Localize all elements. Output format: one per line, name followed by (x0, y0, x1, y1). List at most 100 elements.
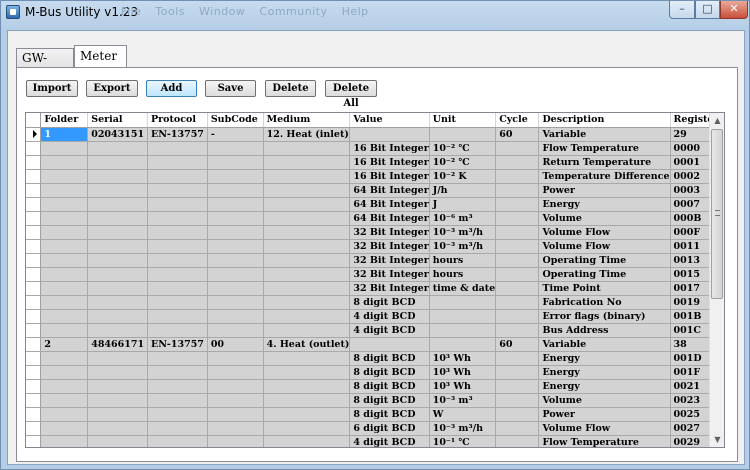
table-cell[interactable] (207, 295, 264, 310)
table-cell[interactable]: EN-13757 (147, 127, 208, 142)
table-cell[interactable] (495, 211, 540, 226)
table-cell[interactable] (495, 155, 540, 170)
table-cell[interactable]: Operating Time (538, 267, 671, 282)
table-cell[interactable]: Volume (538, 393, 671, 408)
table-row[interactable]: 8 digit BCD 10⁻³ m³ Volume 0023 (26, 393, 724, 408)
table-cell[interactable]: 1 (40, 127, 89, 142)
table-cell[interactable] (495, 239, 540, 254)
table-row[interactable]: 16 Bit Integer 10⁻² K Temperature Differen… (26, 169, 724, 184)
column-header-serial[interactable]: Serial (87, 113, 148, 128)
table-cell[interactable]: Energy (538, 365, 671, 380)
table-cell[interactable] (147, 379, 208, 394)
table-cell[interactable] (207, 183, 264, 198)
table-cell[interactable] (263, 281, 351, 296)
table-cell[interactable] (40, 295, 89, 310)
table-cell[interactable] (207, 323, 264, 338)
table-cell[interactable] (207, 267, 264, 282)
table-cell[interactable] (263, 295, 351, 310)
table-cell[interactable] (147, 197, 208, 212)
table-cell[interactable] (207, 141, 264, 156)
table-cell[interactable]: J (429, 197, 497, 212)
delete-button[interactable]: Delete (265, 80, 316, 97)
table-cell[interactable]: 8 digit BCD (349, 365, 430, 380)
table-cell[interactable] (263, 309, 351, 324)
table-cell[interactable] (40, 281, 89, 296)
row-header[interactable] (26, 421, 42, 436)
table-cell[interactable]: 48466171 (87, 337, 148, 352)
table-cell[interactable]: J/h (429, 183, 497, 198)
table-cell[interactable] (147, 323, 208, 338)
row-header[interactable] (26, 295, 42, 310)
table-cell[interactable] (147, 267, 208, 282)
column-header-description[interactable]: Description (538, 113, 671, 128)
table-cell[interactable]: Temperature Difference (538, 169, 671, 184)
table-cell[interactable]: Volume Flow (538, 225, 671, 240)
table-cell[interactable]: Variable (538, 127, 671, 142)
table-cell[interactable] (40, 225, 89, 240)
table-row[interactable]: 64 Bit Integer 10⁻⁶ m³ Volume 000B (26, 211, 724, 226)
table-cell[interactable] (40, 407, 89, 422)
table-cell[interactable] (40, 435, 89, 447)
table-cell[interactable]: 8 digit BCD (349, 407, 430, 422)
table-row[interactable]: 4 digit BCD 10⁻¹ ℃ Flow Temperature 0029 (26, 435, 724, 447)
table-cell[interactable] (429, 127, 497, 142)
table-cell[interactable]: 12. Heat (inlet) (263, 127, 351, 142)
table-cell[interactable] (40, 253, 89, 268)
table-cell[interactable] (87, 253, 148, 268)
table-cell[interactable]: 4 digit BCD (349, 435, 430, 447)
table-cell[interactable] (147, 239, 208, 254)
delete-all-button[interactable]: Delete All (325, 80, 377, 109)
table-cell[interactable] (207, 225, 264, 240)
table-cell[interactable] (495, 141, 540, 156)
table-cell[interactable] (429, 309, 497, 324)
table-cell[interactable] (87, 141, 148, 156)
table-cell[interactable]: 10³ Wh (429, 351, 497, 366)
table-cell[interactable]: Variable (538, 337, 671, 352)
row-header[interactable] (26, 337, 42, 352)
table-cell[interactable]: 16 Bit Integer (349, 141, 430, 156)
table-cell[interactable] (495, 281, 540, 296)
table-cell[interactable] (207, 351, 264, 366)
table-cell[interactable]: time & date (429, 281, 497, 296)
table-cell[interactable] (40, 183, 89, 198)
table-cell[interactable]: 2 (40, 337, 89, 352)
table-cell[interactable]: Power (538, 407, 671, 422)
table-cell[interactable] (349, 337, 430, 352)
table-cell[interactable]: 10⁻³ m³/h (429, 225, 497, 240)
table-cell[interactable] (87, 211, 148, 226)
row-header[interactable] (26, 323, 42, 338)
app-icon[interactable] (6, 5, 20, 19)
table-cell[interactable]: 10³ Wh (429, 365, 497, 380)
table-cell[interactable]: 32 Bit Integer (349, 253, 430, 268)
table-cell[interactable] (87, 393, 148, 408)
table-cell[interactable]: 10⁻³ m³/h (429, 421, 497, 436)
table-cell[interactable]: 4. Heat (outlet) (263, 337, 351, 352)
table-cell[interactable] (40, 309, 89, 324)
table-cell[interactable]: W (429, 407, 497, 422)
table-row[interactable]: 32 Bit Integer 10⁻³ m³/h Volume Flow 000F (26, 225, 724, 240)
table-row[interactable]: 4 digit BCD Bus Address 001C (26, 323, 724, 338)
row-header[interactable] (26, 127, 42, 142)
table-cell[interactable]: 60 (495, 127, 540, 142)
table-cell[interactable]: 32 Bit Integer (349, 267, 430, 282)
table-cell[interactable] (263, 183, 351, 198)
table-row[interactable]: 32 Bit Integer time & date Time Point 0017 (26, 281, 724, 296)
table-cell[interactable] (495, 435, 540, 447)
table-cell[interactable] (40, 211, 89, 226)
maximize-button[interactable]: □ (695, 1, 720, 19)
table-cell[interactable]: Flow Temperature (538, 435, 671, 447)
table-cell[interactable] (40, 393, 89, 408)
table-row[interactable]: 32 Bit Integer 10⁻³ m³/h Volume Flow 0011 (26, 239, 724, 254)
table-cell[interactable] (207, 253, 264, 268)
table-row[interactable]: 64 Bit Integer J/h Power 0003 (26, 183, 724, 198)
table-row[interactable]: 8 digit BCD Fabrication No 0019 (26, 295, 724, 310)
table-cell[interactable]: Return Temperature (538, 155, 671, 170)
table-cell[interactable]: - (207, 127, 264, 142)
table-cell[interactable]: 64 Bit Integer (349, 211, 430, 226)
column-header-protocol[interactable]: Protocol (147, 113, 208, 128)
column-header-unit[interactable]: Unit (429, 113, 497, 128)
table-cell[interactable] (495, 197, 540, 212)
table-cell[interactable]: 10³ Wh (429, 379, 497, 394)
scroll-thumb[interactable] (711, 129, 723, 299)
column-header-value[interactable]: Value (349, 113, 430, 128)
